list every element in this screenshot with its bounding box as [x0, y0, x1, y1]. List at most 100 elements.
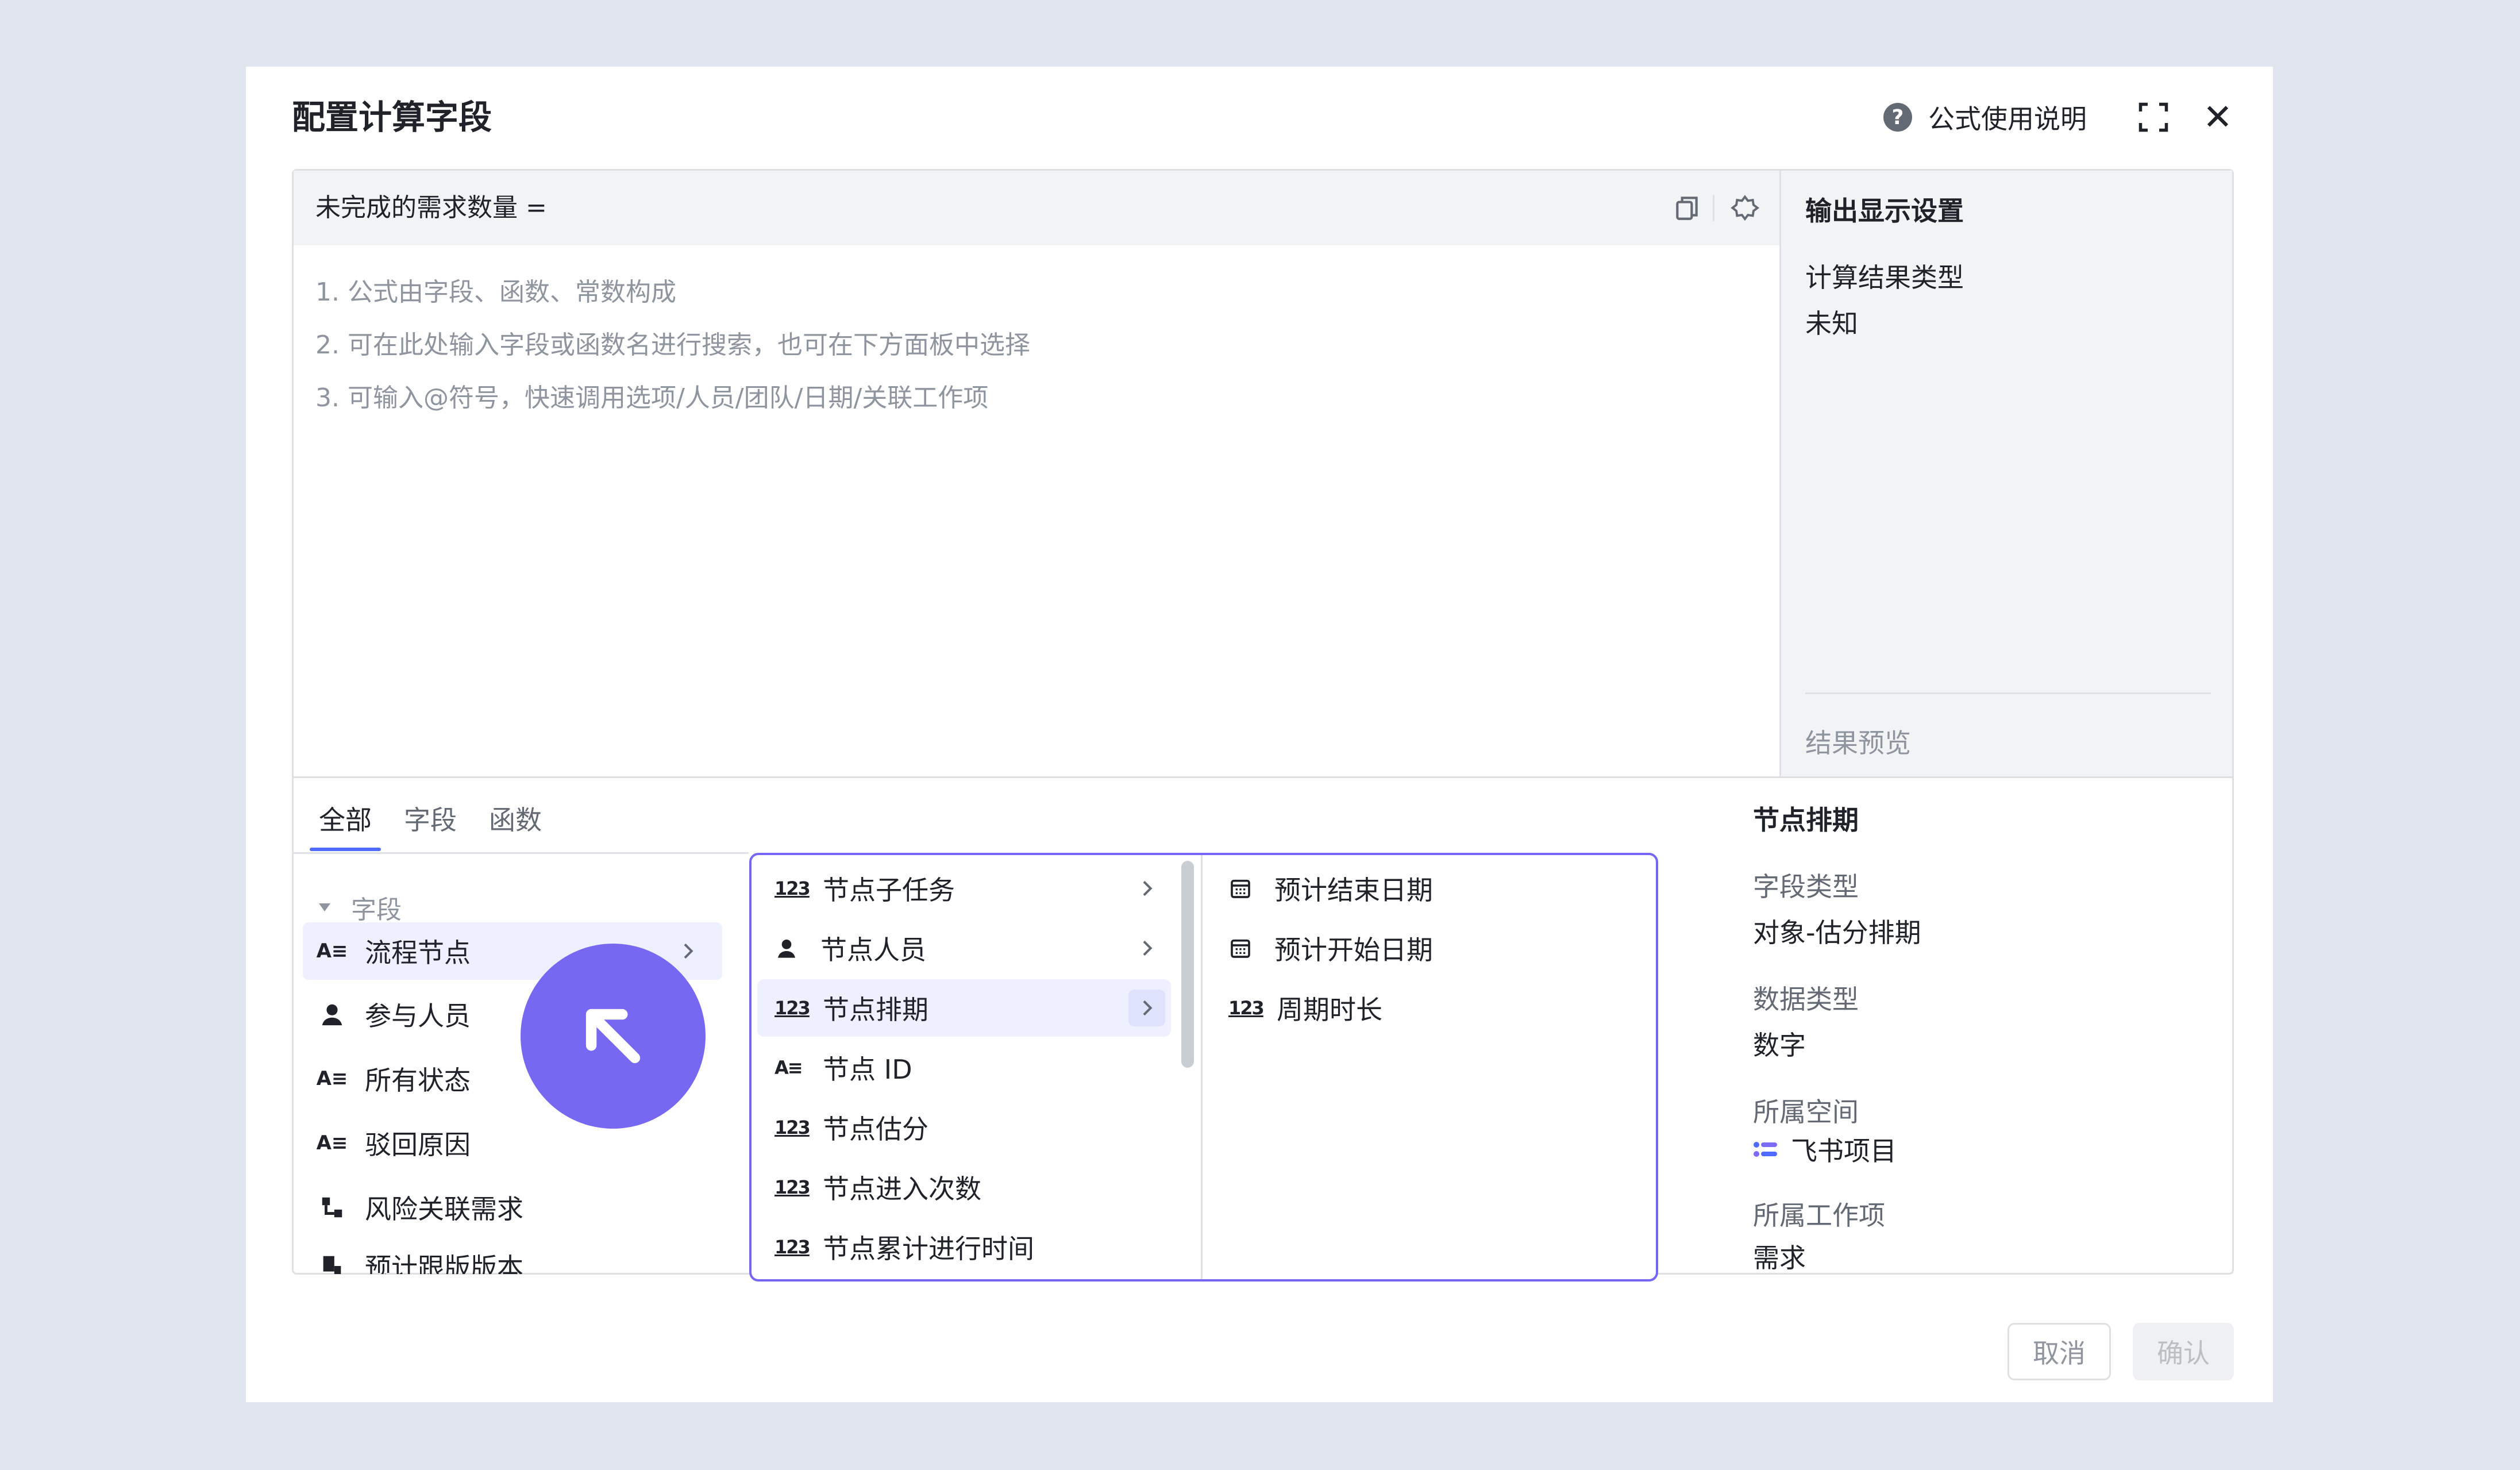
detail-title: 节点排期	[1753, 805, 1859, 836]
chevron-right-icon	[1128, 990, 1165, 1026]
submenu-child-label: 周期时长	[1277, 994, 1382, 1025]
dialog-title: 配置计算字段	[292, 98, 492, 137]
output-settings-panel: 输出显示设置 计算结果类型 未知 结果预览	[1779, 171, 2232, 776]
hint-line-1: 1. 公式由字段、函数、常数构成	[315, 278, 676, 307]
calculated-field-dialog: 配置计算字段 ? 公式使用说明 ✕ 未完成的需求数量 = 1. 公式由字段、函数…	[246, 67, 2273, 1402]
text-field-icon: A≡	[775, 1057, 803, 1079]
formula-help-label: 公式使用说明	[1928, 103, 2087, 134]
work-item-value: 需求	[1753, 1242, 1806, 1273]
calendar-icon	[1231, 939, 1250, 958]
chevron-right-icon	[1128, 930, 1165, 967]
field-item-reject-reason[interactable]: A≡ 驳回原因	[303, 1114, 722, 1172]
field-item-label: 流程节点	[365, 937, 471, 968]
submenu-item-node-people[interactable]: 节点人员	[757, 919, 1171, 977]
panel-divider	[294, 776, 2232, 778]
picker-tabs: 全部 字段 函数	[310, 786, 565, 855]
tab-fields[interactable]: 字段	[395, 786, 466, 855]
number-icon: 123	[775, 878, 811, 899]
submenu-item-node-estimate[interactable]: 123 节点估分	[757, 1099, 1171, 1156]
submenu-item-node-accumulated-time[interactable]: 123 节点累计进行时间	[757, 1218, 1171, 1276]
submenu-child-planned-end-date[interactable]: 预计结束日期	[1211, 860, 1636, 917]
text-field-icon: A≡	[316, 940, 348, 963]
work-item-label: 所属工作项	[1753, 1200, 1885, 1231]
person-icon	[322, 1004, 342, 1026]
field-list-clip: 预计跟版版本	[294, 1240, 730, 1274]
formula-help-link[interactable]: ? 公式使用说明	[1883, 83, 2087, 152]
result-type-value: 未知	[1805, 308, 1858, 339]
output-divider	[1805, 692, 2211, 694]
submenu-column-divider	[1201, 855, 1203, 1279]
submenu-child-planned-start-date[interactable]: 预计开始日期	[1211, 919, 1636, 977]
cursor-pointer-indicator	[521, 944, 706, 1129]
tab-functions[interactable]: 函数	[480, 786, 551, 855]
submenu-item-node-entry-count[interactable]: 123 节点进入次数	[757, 1159, 1171, 1216]
submenu-item-node-subtask[interactable]: 123 节点子任务	[757, 860, 1171, 917]
chevron-right-icon	[684, 943, 693, 959]
calendar-icon	[1231, 879, 1250, 898]
fullscreen-icon[interactable]	[2136, 100, 2171, 134]
space-icon	[1754, 1142, 1777, 1157]
field-item-label: 预计跟版版本	[365, 1252, 523, 1274]
space-label: 所属空间	[1753, 1096, 1859, 1127]
number-icon: 123	[1228, 997, 1265, 1019]
submenu-item-label: 节点估分	[823, 1114, 928, 1145]
chevron-right-icon	[1128, 870, 1165, 907]
person-icon	[778, 940, 795, 958]
formula-header: 未完成的需求数量 =	[294, 171, 1779, 245]
arrow-up-left-icon	[585, 1009, 641, 1064]
tabs-underline	[294, 852, 749, 854]
field-item-label: 所有状态	[365, 1065, 471, 1096]
field-item-risk-requirement[interactable]: 风险关联需求	[303, 1179, 722, 1236]
confirm-button[interactable]: 确认	[2133, 1323, 2234, 1380]
caret-down-icon	[319, 903, 330, 911]
submenu-child-label: 预计结束日期	[1274, 875, 1433, 906]
settings-icon[interactable]	[1730, 194, 1760, 224]
number-icon: 123	[775, 1117, 811, 1138]
submenu-item-label: 节点排期	[823, 994, 928, 1025]
field-type-value: 对象-估分排期	[1753, 917, 1921, 948]
result-type-label: 计算结果类型	[1805, 262, 1964, 293]
number-icon: 123	[775, 1176, 811, 1198]
text-field-icon: A≡	[316, 1067, 348, 1090]
hint-line-3: 3. 可输入@符号，快速调用选项/人员/团队/日期/关联工作项	[315, 383, 989, 413]
copy-icon[interactable]	[1673, 194, 1701, 222]
space-value: 飞书项目	[1791, 1136, 1897, 1167]
relation-icon	[322, 1197, 342, 1218]
space-value-row: 飞书项目	[1753, 1130, 1897, 1168]
header-divider	[1713, 195, 1714, 221]
hint-line-2: 2. 可在此处输入字段或函数名进行搜索，也可在下方面板中选择	[315, 330, 1030, 360]
submenu-scrollbar[interactable]	[1181, 861, 1194, 1068]
output-settings-title: 输出显示设置	[1805, 195, 1964, 226]
formula-name: 未完成的需求数量 =	[315, 193, 547, 222]
number-icon: 123	[775, 1236, 811, 1258]
submenu-item-label: 节点进入次数	[823, 1173, 981, 1205]
close-icon[interactable]: ✕	[2197, 97, 2238, 138]
field-item-label: 参与人员	[365, 1000, 471, 1032]
node-field-submenu: 123 节点子任务 节点人员 123 节点排期 A≡ 节点 ID 123 节点估…	[749, 853, 1658, 1282]
number-icon: 123	[775, 997, 811, 1019]
field-group-header[interactable]: 字段	[319, 889, 402, 926]
submenu-item-label: 节点人员	[820, 934, 926, 965]
field-type-label: 字段类型	[1753, 871, 1859, 902]
result-preview-label: 结果预览	[1805, 728, 1911, 759]
text-field-icon: A≡	[316, 1132, 348, 1155]
submenu-item-label: 节点累计进行时间	[823, 1233, 1034, 1264]
field-item-label: 驳回原因	[365, 1129, 471, 1160]
submenu-item-node-schedule[interactable]: 123 节点排期	[757, 979, 1171, 1037]
submenu-item-label: 节点子任务	[823, 875, 955, 906]
field-item-planned-version[interactable]: 预计跟版版本	[303, 1240, 722, 1274]
tab-all[interactable]: 全部	[310, 786, 381, 855]
field-item-label: 风险关联需求	[365, 1194, 523, 1225]
submenu-item-node-id[interactable]: A≡ 节点 ID	[757, 1039, 1171, 1096]
version-icon	[323, 1256, 341, 1274]
submenu-child-duration[interactable]: 123 周期时长	[1211, 979, 1636, 1037]
submenu-child-label: 预计开始日期	[1274, 934, 1433, 965]
work-item-clip: 需求	[1753, 1237, 1983, 1274]
question-circle-icon: ?	[1883, 103, 1912, 132]
field-group-title: 字段	[351, 895, 402, 925]
data-type-value: 数字	[1753, 1030, 1806, 1061]
formula-input-area[interactable]: 1. 公式由字段、函数、常数构成 2. 可在此处输入字段或函数名进行搜索，也可在…	[315, 266, 1030, 425]
submenu-item-label: 节点 ID	[823, 1054, 912, 1085]
cancel-button[interactable]: 取消	[2007, 1323, 2111, 1380]
data-type-label: 数据类型	[1753, 984, 1859, 1015]
